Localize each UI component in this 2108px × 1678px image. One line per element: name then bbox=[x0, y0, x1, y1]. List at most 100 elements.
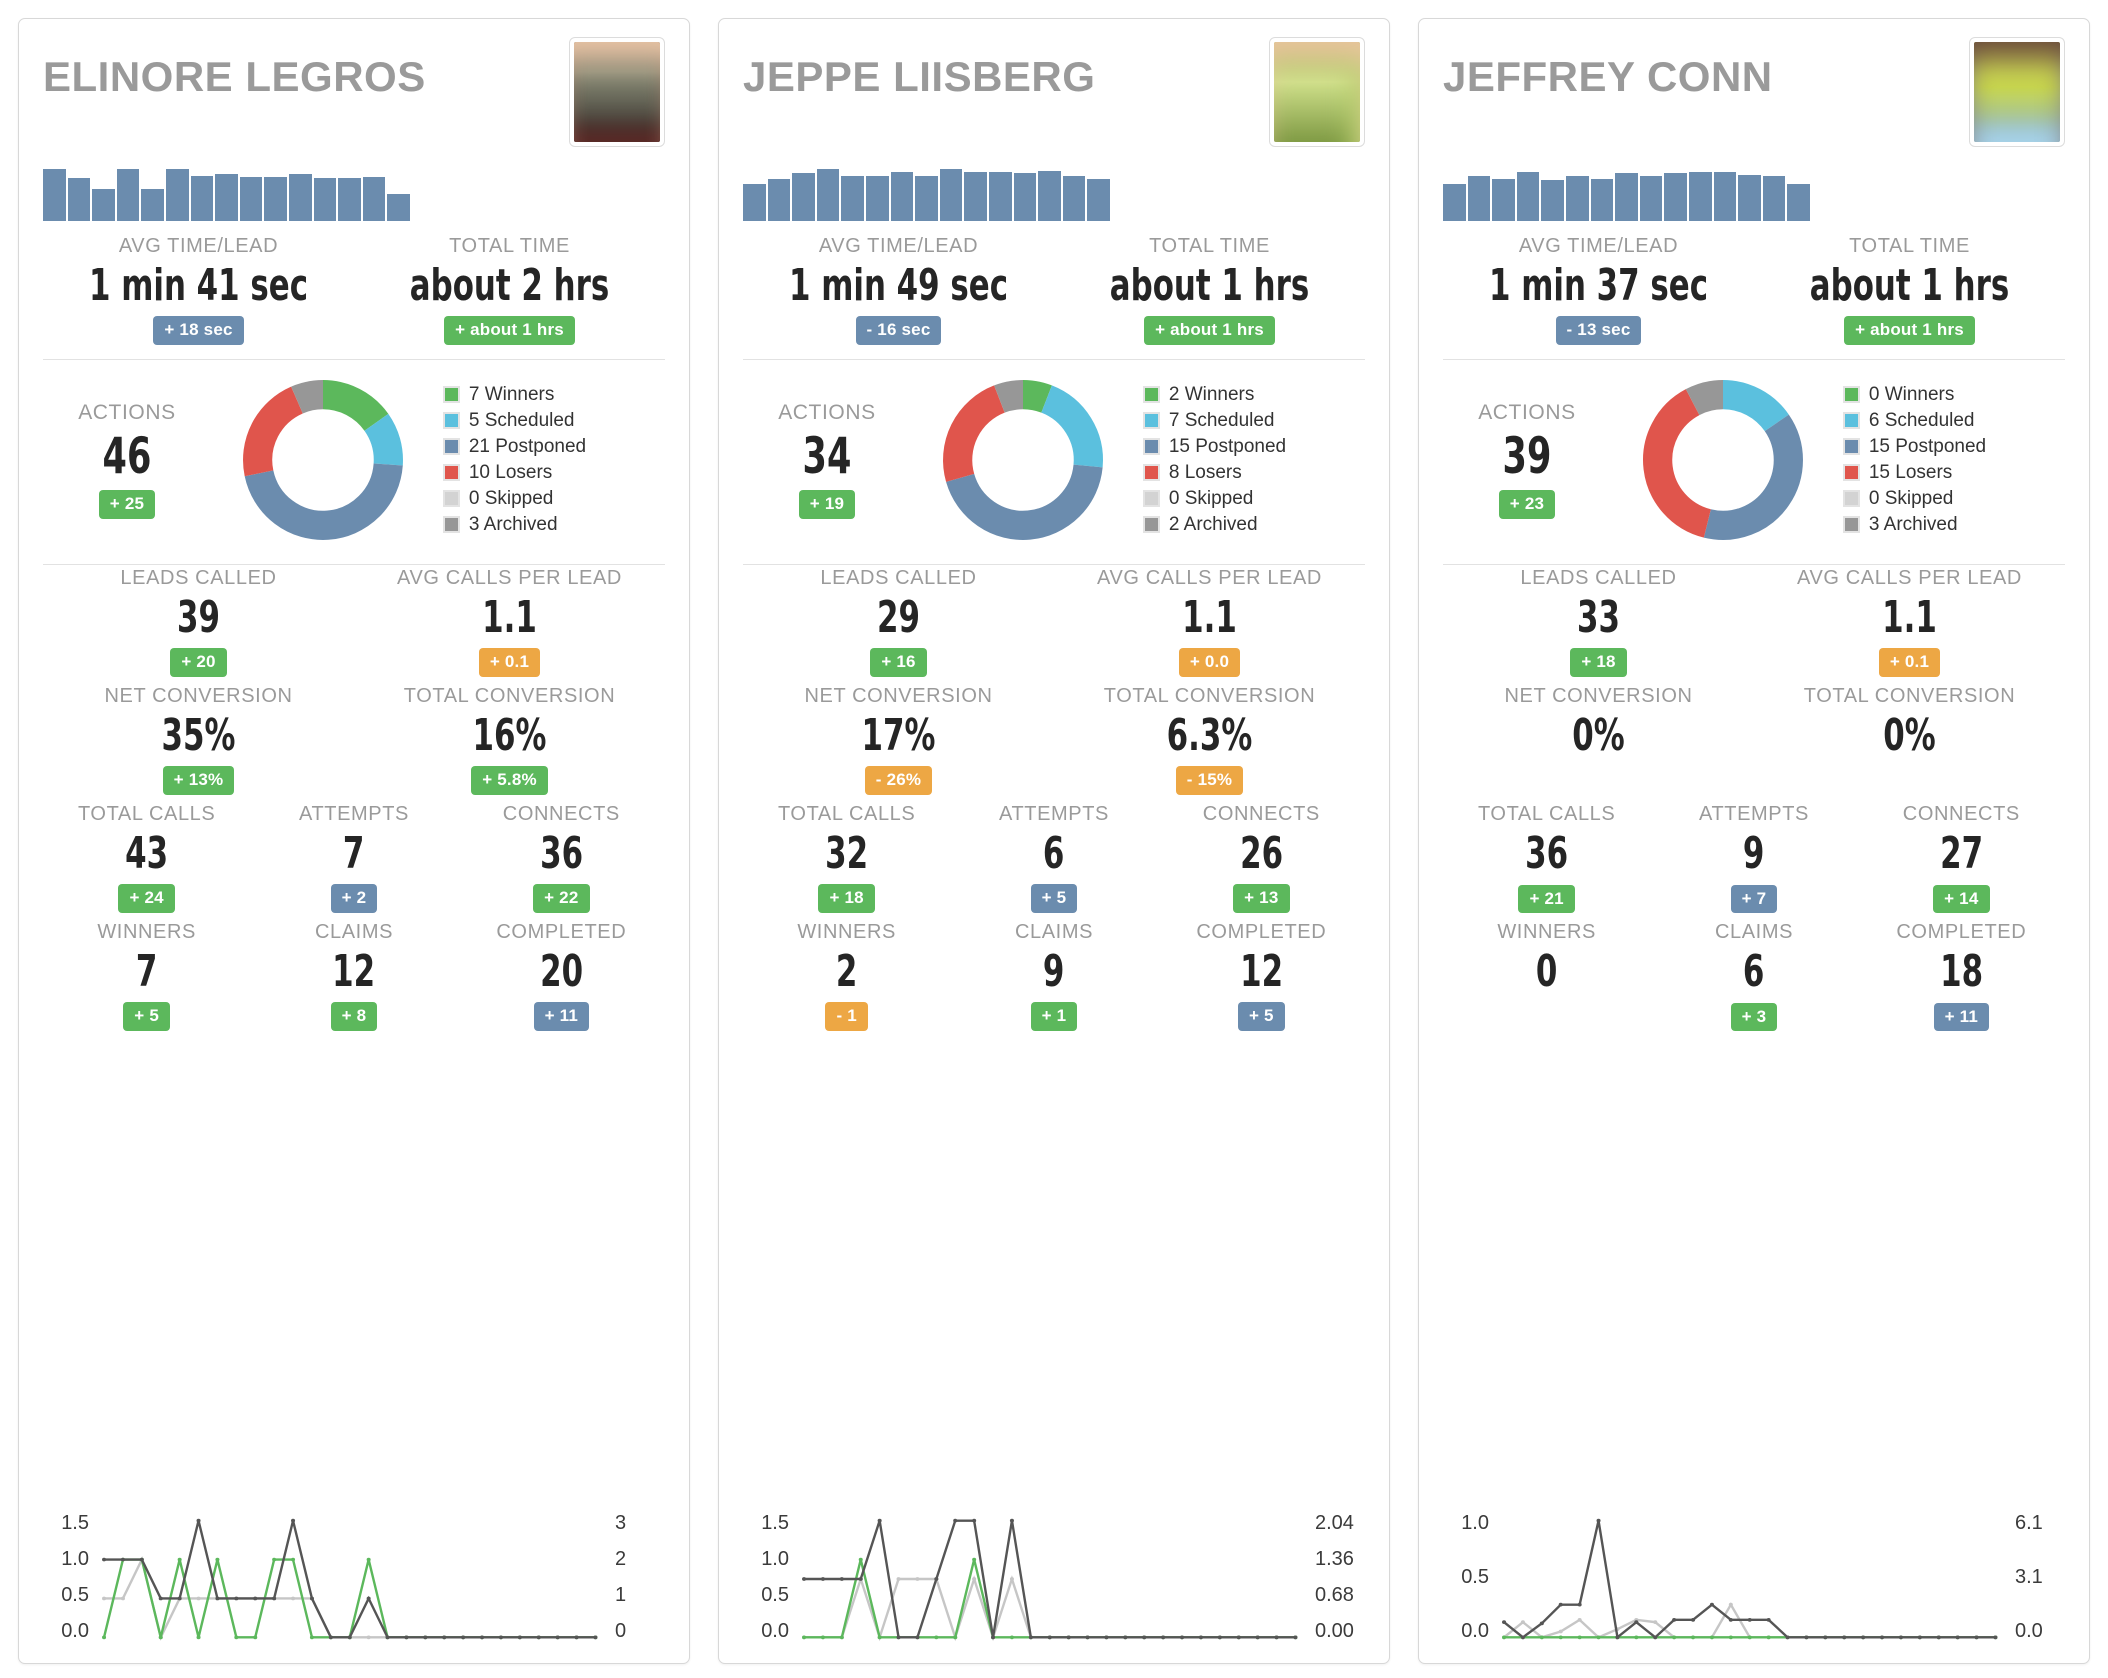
delta-badge-total-calls: + 18 bbox=[818, 884, 875, 913]
legend-item[interactable]: 2 Winners bbox=[1142, 382, 1365, 408]
stat-avg-time-lead: AVG TIME/LEAD 1 min 49 sec - 16 sec bbox=[743, 233, 1054, 351]
sparkline-bar bbox=[816, 169, 840, 221]
legend-swatch bbox=[1142, 490, 1160, 508]
line-point bbox=[196, 1596, 201, 1601]
delta-badge-attempts: + 5 bbox=[1030, 884, 1078, 913]
legend-label: 5 Scheduled bbox=[468, 409, 575, 431]
line-point bbox=[215, 1596, 220, 1601]
legend-item[interactable]: 7 Winners bbox=[442, 382, 665, 408]
stat-label-avg-time-lead: AVG TIME/LEAD bbox=[118, 235, 279, 257]
sparkline-bar bbox=[939, 169, 963, 221]
stat-value-completed: 18 bbox=[1939, 946, 1983, 998]
y-tick-right: 3.1 bbox=[2015, 1566, 2043, 1588]
line-point bbox=[442, 1635, 447, 1640]
sparkline-bar bbox=[988, 171, 1012, 221]
legend-label: 6 Scheduled bbox=[1868, 409, 1975, 431]
legend-item[interactable]: 15 Postponed bbox=[1142, 434, 1365, 460]
legend-item[interactable]: 21 Postponed bbox=[442, 434, 665, 460]
line-point bbox=[1672, 1635, 1677, 1640]
legend-item[interactable]: 5 Scheduled bbox=[442, 408, 665, 434]
donut-slice bbox=[1642, 389, 1712, 538]
trend-line-chart: 1.5 1.0 0.5 0.0 3 2 1 0 bbox=[43, 1499, 665, 1649]
delta-badge-completed: + 11 bbox=[533, 1002, 590, 1031]
young-man-photo bbox=[1274, 42, 1360, 142]
stat-net-conversion: NET CONVERSION 0% bbox=[1443, 683, 1754, 801]
line-point bbox=[1691, 1617, 1696, 1622]
line-point bbox=[934, 1635, 939, 1640]
stat-attempts: ATTEMPTS 7 + 2 bbox=[250, 801, 457, 919]
line-point bbox=[139, 1557, 144, 1562]
card-header: JEPPE LIISBERG bbox=[743, 37, 1365, 167]
legend-item[interactable]: 8 Losers bbox=[1142, 460, 1365, 486]
line-point bbox=[1180, 1635, 1185, 1640]
activity-sparkline bbox=[43, 169, 410, 221]
legend-item[interactable]: 0 Skipped bbox=[442, 486, 665, 512]
stat-avg-calls-per-lead: AVG CALLS PER LEAD 1.1 + 0.1 bbox=[354, 565, 665, 683]
donut-slice bbox=[291, 379, 324, 414]
delta-badge-total-conversion: - 15% bbox=[1175, 766, 1244, 795]
y-axis-right: 6.1 3.1 0.0 bbox=[2003, 1509, 2065, 1649]
legend-item[interactable]: 0 Winners bbox=[1842, 382, 2065, 408]
stat-value-total-time: about 2 hrs bbox=[409, 260, 610, 311]
sparkline-bar bbox=[190, 176, 214, 221]
legend-label: 0 Winners bbox=[1868, 383, 1955, 405]
line-point bbox=[1198, 1635, 1203, 1640]
stat-value-avg-calls-per-lead: 1.1 bbox=[1882, 591, 1937, 643]
legend-item[interactable]: 2 Archived bbox=[1142, 512, 1365, 538]
stat-attempts: ATTEMPTS 9 + 7 bbox=[1650, 801, 1857, 919]
stat-total-time: TOTAL TIME about 1 hrs + about 1 hrs bbox=[1754, 233, 2065, 351]
activity-sparkline bbox=[743, 169, 1110, 221]
line-point bbox=[934, 1577, 939, 1581]
line-point bbox=[1085, 1635, 1090, 1640]
line-point bbox=[309, 1596, 314, 1601]
line-point bbox=[1842, 1635, 1847, 1640]
conversion-stats-row: NET CONVERSION 35% + 13% TOTAL CONVERSION 16… bbox=[43, 683, 665, 801]
stat-value-total-conversion: 16% bbox=[472, 709, 547, 761]
stat-total-time: TOTAL TIME about 1 hrs + about 1 hrs bbox=[1054, 233, 1365, 351]
sparkline-bar bbox=[792, 173, 815, 221]
activity-sparkline bbox=[1443, 169, 1810, 221]
y-tick-right: 2 bbox=[615, 1548, 627, 1570]
sparkline-bar bbox=[1615, 173, 1638, 221]
line-point bbox=[1502, 1635, 1507, 1640]
stat-claims: CLAIMS 12 + 8 bbox=[250, 919, 457, 1037]
line-point bbox=[177, 1557, 182, 1562]
avatar bbox=[569, 37, 665, 147]
donut-slice bbox=[244, 462, 403, 540]
line-point bbox=[1009, 1518, 1014, 1523]
actions-summary: ACTIONS 39 + 23 bbox=[1443, 401, 1611, 519]
stat-connects: CONNECTS 27 + 14 bbox=[1858, 801, 2065, 919]
line-point bbox=[158, 1596, 163, 1601]
line-point bbox=[480, 1635, 485, 1640]
line-point bbox=[1823, 1635, 1828, 1640]
legend-item[interactable]: 7 Scheduled bbox=[1142, 408, 1365, 434]
calls-stats-row: TOTAL CALLS 43 + 24 ATTEMPTS 7 + 2 CONNECTS 36 +… bbox=[43, 801, 665, 919]
line-point bbox=[1558, 1629, 1563, 1634]
line-point bbox=[877, 1518, 882, 1523]
stat-label-connects: CONNECTS bbox=[1202, 802, 1320, 825]
legend-item[interactable]: 0 Skipped bbox=[1142, 486, 1365, 512]
stat-value-total-calls: 32 bbox=[825, 827, 869, 879]
delta-badge-winners: - 1 bbox=[825, 1002, 868, 1031]
legend-item[interactable]: 10 Losers bbox=[442, 460, 665, 486]
stat-value-winners: 0 bbox=[1535, 946, 1558, 998]
line-point bbox=[1577, 1617, 1582, 1622]
stat-avg-calls-per-lead: AVG CALLS PER LEAD 1.1 + 0.1 bbox=[1754, 565, 2065, 683]
legend-item[interactable]: 0 Skipped bbox=[1842, 486, 2065, 512]
bald-man-photo bbox=[1974, 42, 2060, 142]
line-point bbox=[953, 1635, 958, 1640]
legend-item[interactable]: 15 Postponed bbox=[1842, 434, 2065, 460]
sparkline-bar bbox=[1565, 176, 1589, 221]
legend-item[interactable]: 6 Scheduled bbox=[1842, 408, 2065, 434]
legend-label: 0 Skipped bbox=[468, 487, 554, 509]
stat-leads-called: LEADS CALLED 33 + 18 bbox=[1443, 565, 1754, 683]
actions-delta-badge: + 19 bbox=[798, 490, 856, 519]
delta-badge-winners: + 5 bbox=[123, 1002, 171, 1031]
sparkline-bar bbox=[288, 174, 312, 221]
legend-item[interactable]: 15 Losers bbox=[1842, 460, 2065, 486]
sparkline-bar bbox=[116, 169, 140, 221]
legend-item[interactable]: 3 Archived bbox=[442, 512, 665, 538]
legend-swatch bbox=[1842, 490, 1860, 508]
legend-item[interactable]: 3 Archived bbox=[1842, 512, 2065, 538]
stat-attempts: ATTEMPTS 6 + 5 bbox=[950, 801, 1157, 919]
